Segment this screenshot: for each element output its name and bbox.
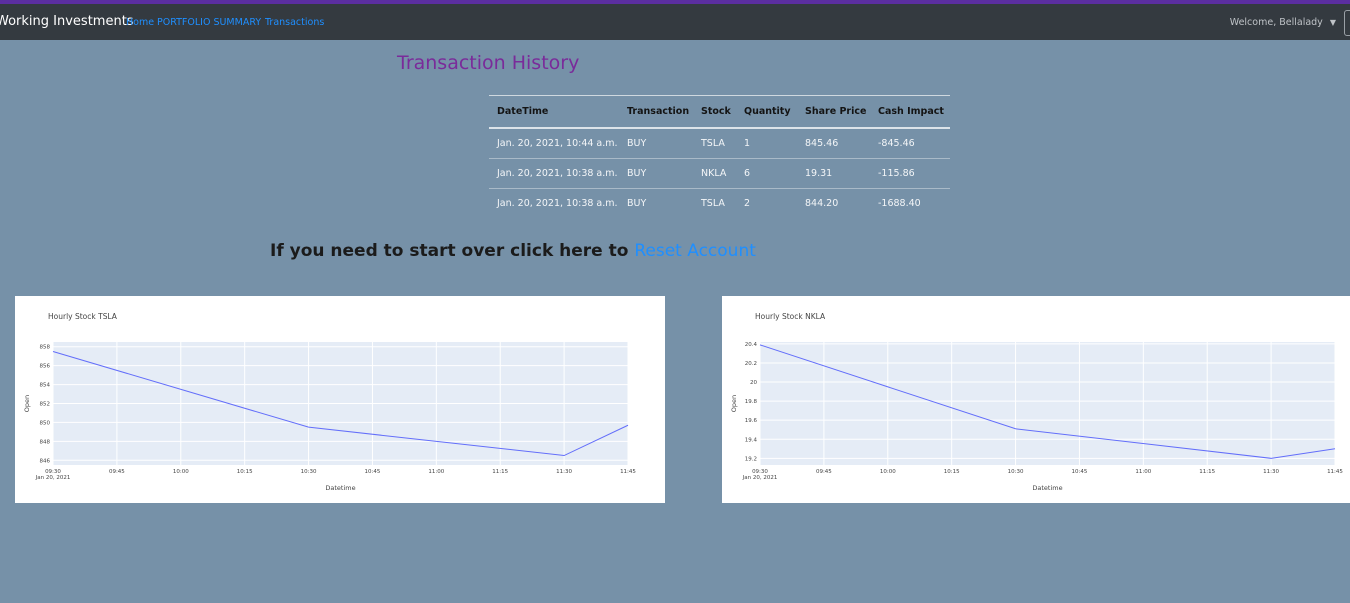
table-cell: 1: [736, 127, 797, 159]
reset-prompt-text: If you need to start over click here to: [270, 241, 635, 261]
y-tick-label: 19.2: [745, 456, 757, 462]
chart-svg: 09:30 09:45 10:00 10:15 10:30 10:45 11:00 11:15…: [23, 342, 636, 492]
column-header: Share Price: [797, 95, 870, 129]
page-title: Transaction History: [397, 52, 580, 74]
table-cell: -1688.40: [870, 188, 950, 218]
x-tick-label: 10:00: [880, 469, 896, 475]
y-tick-label: 20.4: [745, 342, 758, 348]
table-cell: Jan. 20, 2021, 10:38 a.m.: [489, 158, 619, 189]
table-cell: 844.20: [797, 188, 870, 218]
table-cell: 2: [736, 188, 797, 218]
table-cell: BUY: [619, 127, 693, 159]
y-tick-label: 854: [40, 383, 51, 389]
x-tick-label: 10:30: [1008, 469, 1024, 475]
plot-area: [760, 342, 1335, 465]
column-header: Transaction: [619, 95, 693, 129]
x-tick-label: 10:00: [173, 469, 189, 475]
brand[interactable]: Working Investments: [0, 14, 134, 29]
y-tick-label: 858: [40, 345, 51, 351]
nkla-chart-card: Hourly Stock NKLA 09:30 09:45 10:00 10:15 10…: [722, 296, 1350, 503]
table-cell: 19.31: [797, 158, 870, 189]
x-tick-label: 10:45: [365, 469, 381, 475]
table-cell: BUY: [619, 158, 693, 189]
y-tick-label: 20.2: [745, 361, 757, 367]
y-axis-title: Open: [23, 395, 31, 412]
transactions-table: DateTime Transaction Stock Quantity Shar…: [489, 95, 950, 218]
column-header: Stock: [693, 95, 736, 129]
x-tick-label: 10:15: [944, 469, 960, 475]
table-cell: -845.46: [870, 127, 950, 159]
x-axis-title: Datetime: [1032, 484, 1062, 492]
x-tick-label: 10:45: [1072, 469, 1088, 475]
navbar: Working Investments Home PORTFOLIO SUMMA…: [0, 4, 1350, 40]
table-cell: 6: [736, 158, 797, 189]
x-tick-label: 10:30: [301, 469, 317, 475]
y-tick-label: 19.4: [745, 437, 758, 443]
column-header: Cash Impact: [870, 95, 950, 129]
x-tick-label: 11:15: [492, 469, 508, 475]
x-date-label: Jan 20, 2021: [35, 475, 71, 481]
navbar-toggle-button[interactable]: [1344, 10, 1350, 36]
x-tick-label: 11:15: [1199, 469, 1215, 475]
y-tick-label: 852: [40, 402, 51, 408]
table-header-row: DateTime Transaction Stock Quantity Shar…: [489, 95, 950, 129]
table-row: Jan. 20, 2021, 10:38 a.m. BUY TSLA 2 844…: [489, 188, 950, 218]
x-tick-label: 11:00: [1135, 469, 1151, 475]
y-tick-label: 19.6: [745, 418, 758, 424]
x-tick-label: 10:15: [237, 469, 253, 475]
y-tick-label: 848: [40, 439, 51, 445]
x-tick-label: 11:30: [1263, 469, 1279, 475]
table-cell: 845.46: [797, 127, 870, 159]
reset-prompt: If you need to start over click here to …: [270, 241, 756, 261]
column-header: DateTime: [489, 95, 619, 129]
y-tick-label: 856: [40, 364, 51, 370]
table-cell: BUY: [619, 188, 693, 218]
caret-down-icon: ▼: [1329, 18, 1336, 27]
table-cell: NKLA: [693, 158, 736, 189]
y-tick-label: 846: [40, 458, 51, 464]
welcome-text: Welcome, Bellalady: [1229, 17, 1323, 28]
y-axis-title: Open: [730, 395, 738, 412]
column-header: Quantity: [736, 95, 797, 129]
tsla-chart-card: Hourly Stock TSLA 09:30 09:45 10:00 10:15 10…: [15, 296, 665, 503]
nav-transactions-link[interactable]: Transactions: [265, 17, 324, 28]
x-date-label: Jan 20, 2021: [742, 475, 778, 481]
table-cell: TSLA: [693, 188, 736, 218]
table-cell: Jan. 20, 2021, 10:38 a.m.: [489, 188, 619, 218]
x-tick-label: 09:45: [816, 469, 832, 475]
chart-svg: 09:30 09:45 10:00 10:15 10:30 10:45 11:00 11:15…: [730, 342, 1343, 492]
y-tick-label: 20: [750, 380, 757, 386]
user-dropdown[interactable]: Welcome, Bellalady ▼: [1230, 17, 1336, 28]
table-cell: TSLA: [693, 127, 736, 159]
x-tick-label: 09:45: [109, 469, 125, 475]
x-tick-label: 11:30: [556, 469, 572, 475]
table-row: Jan. 20, 2021, 10:44 a.m. BUY TSLA 1 845…: [489, 127, 950, 159]
x-tick-label: 11:00: [428, 469, 444, 475]
table-row: Jan. 20, 2021, 10:38 a.m. BUY NKLA 6 19.…: [489, 158, 950, 189]
y-tick-label: 19.8: [745, 399, 758, 405]
x-tick-label: 11:45: [1327, 469, 1343, 475]
nav-home-link[interactable]: Home: [126, 17, 154, 28]
x-tick-label: 11:45: [620, 469, 636, 475]
x-axis-title: Datetime: [325, 484, 355, 492]
nav-portfolio-summary-link[interactable]: PORTFOLIO SUMMARY: [157, 17, 261, 28]
reset-account-link[interactable]: Reset Account: [634, 241, 756, 261]
y-tick-label: 850: [40, 420, 51, 426]
table-cell: Jan. 20, 2021, 10:44 a.m.: [489, 127, 619, 159]
table-cell: -115.86: [870, 158, 950, 189]
